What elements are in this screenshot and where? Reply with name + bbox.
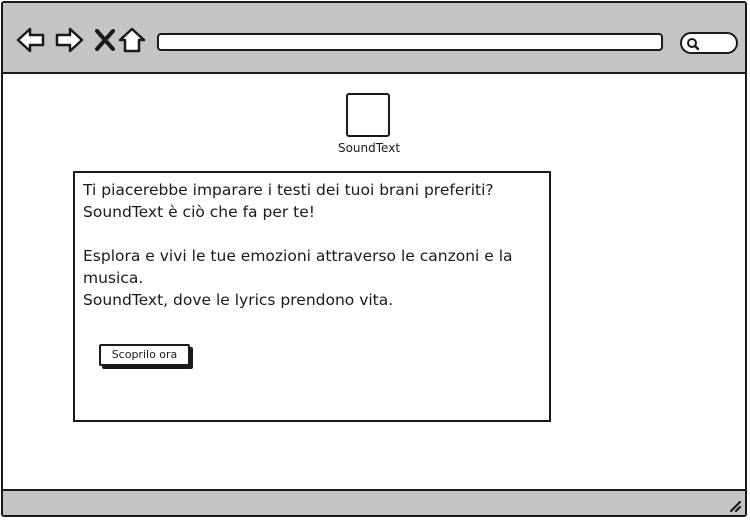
logo-image-placeholder (346, 93, 390, 137)
browser-toolbar (3, 3, 745, 74)
search-box[interactable] (680, 32, 738, 54)
browser-window: SoundText Ti piacerebbe imparare i testi… (1, 1, 747, 517)
address-bar[interactable] (157, 33, 663, 51)
card-line-explore: Esplora e vivi le tue emozioni attravers… (83, 247, 513, 287)
back-arrow-icon[interactable] (16, 25, 46, 55)
discover-now-button[interactable]: Scoprilo ora (99, 344, 190, 366)
search-icon (686, 36, 700, 55)
card-text: Ti piacerebbe imparare i testi dei tuoi … (83, 179, 543, 311)
logo-label: SoundText (337, 141, 401, 155)
card-line-slogan: SoundText, dove le lyrics prendono vita. (83, 291, 394, 309)
status-bar (3, 489, 745, 515)
resize-grip-icon[interactable] (725, 496, 742, 513)
home-icon[interactable] (117, 25, 147, 55)
forward-arrow-icon[interactable] (54, 25, 84, 55)
card-line-question: Ti piacerebbe imparare i testi dei tuoi … (83, 181, 494, 199)
card-line-tagline: SoundText è ciò che fa per te! (83, 203, 315, 221)
content-card: Ti piacerebbe imparare i testi dei tuoi … (73, 171, 551, 422)
